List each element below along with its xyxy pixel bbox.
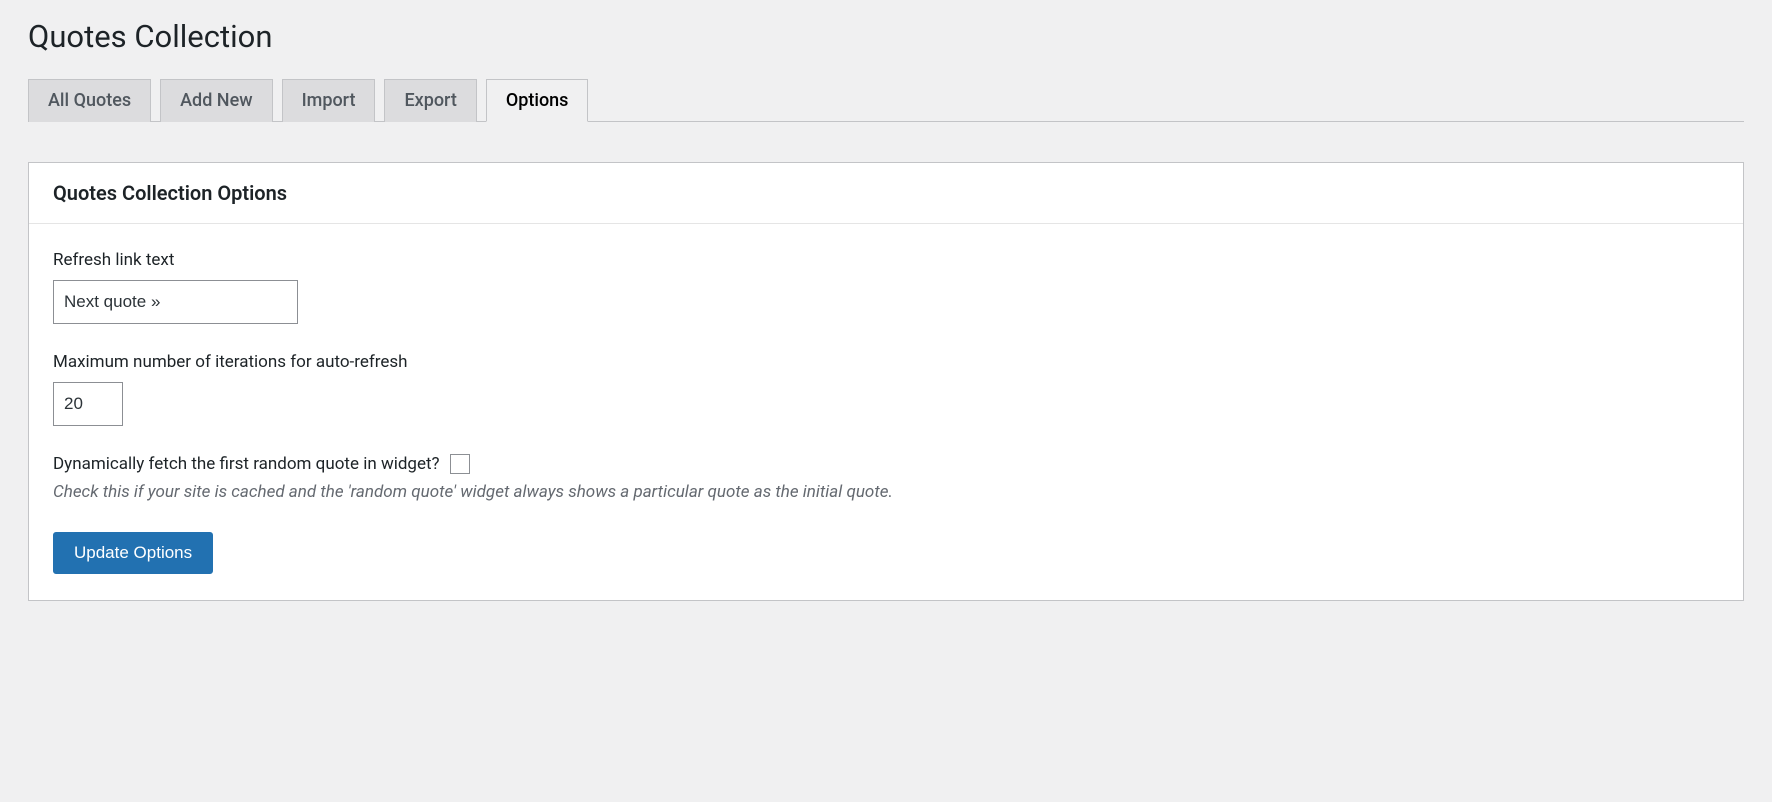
refresh-link-group: Refresh link text <box>53 250 1719 324</box>
max-iterations-input[interactable] <box>53 382 123 426</box>
tab-nav: All Quotes Add New Import Export Options <box>28 79 1744 122</box>
refresh-link-label: Refresh link text <box>53 250 1719 270</box>
tab-export[interactable]: Export <box>384 79 476 122</box>
options-panel: Quotes Collection Options Refresh link t… <box>28 162 1744 601</box>
panel-heading: Quotes Collection Options <box>53 181 1719 205</box>
tab-import[interactable]: Import <box>282 79 376 122</box>
dynamic-fetch-help: Check this if your site is cached and th… <box>53 482 1719 502</box>
tab-add-new[interactable]: Add New <box>160 79 272 122</box>
page-title: Quotes Collection <box>28 10 1744 55</box>
tab-options[interactable]: Options <box>486 79 589 122</box>
dynamic-fetch-label: Dynamically fetch the first random quote… <box>53 454 440 474</box>
dynamic-fetch-row: Dynamically fetch the first random quote… <box>53 454 1719 474</box>
max-iterations-group: Maximum number of iterations for auto-re… <box>53 352 1719 426</box>
tab-all-quotes[interactable]: All Quotes <box>28 79 151 122</box>
update-options-button[interactable]: Update Options <box>53 532 213 574</box>
panel-body: Refresh link text Maximum number of iter… <box>29 224 1743 600</box>
panel-header: Quotes Collection Options <box>29 163 1743 224</box>
refresh-link-input[interactable] <box>53 280 298 324</box>
max-iterations-label: Maximum number of iterations for auto-re… <box>53 352 1719 372</box>
dynamic-fetch-checkbox[interactable] <box>450 454 470 474</box>
